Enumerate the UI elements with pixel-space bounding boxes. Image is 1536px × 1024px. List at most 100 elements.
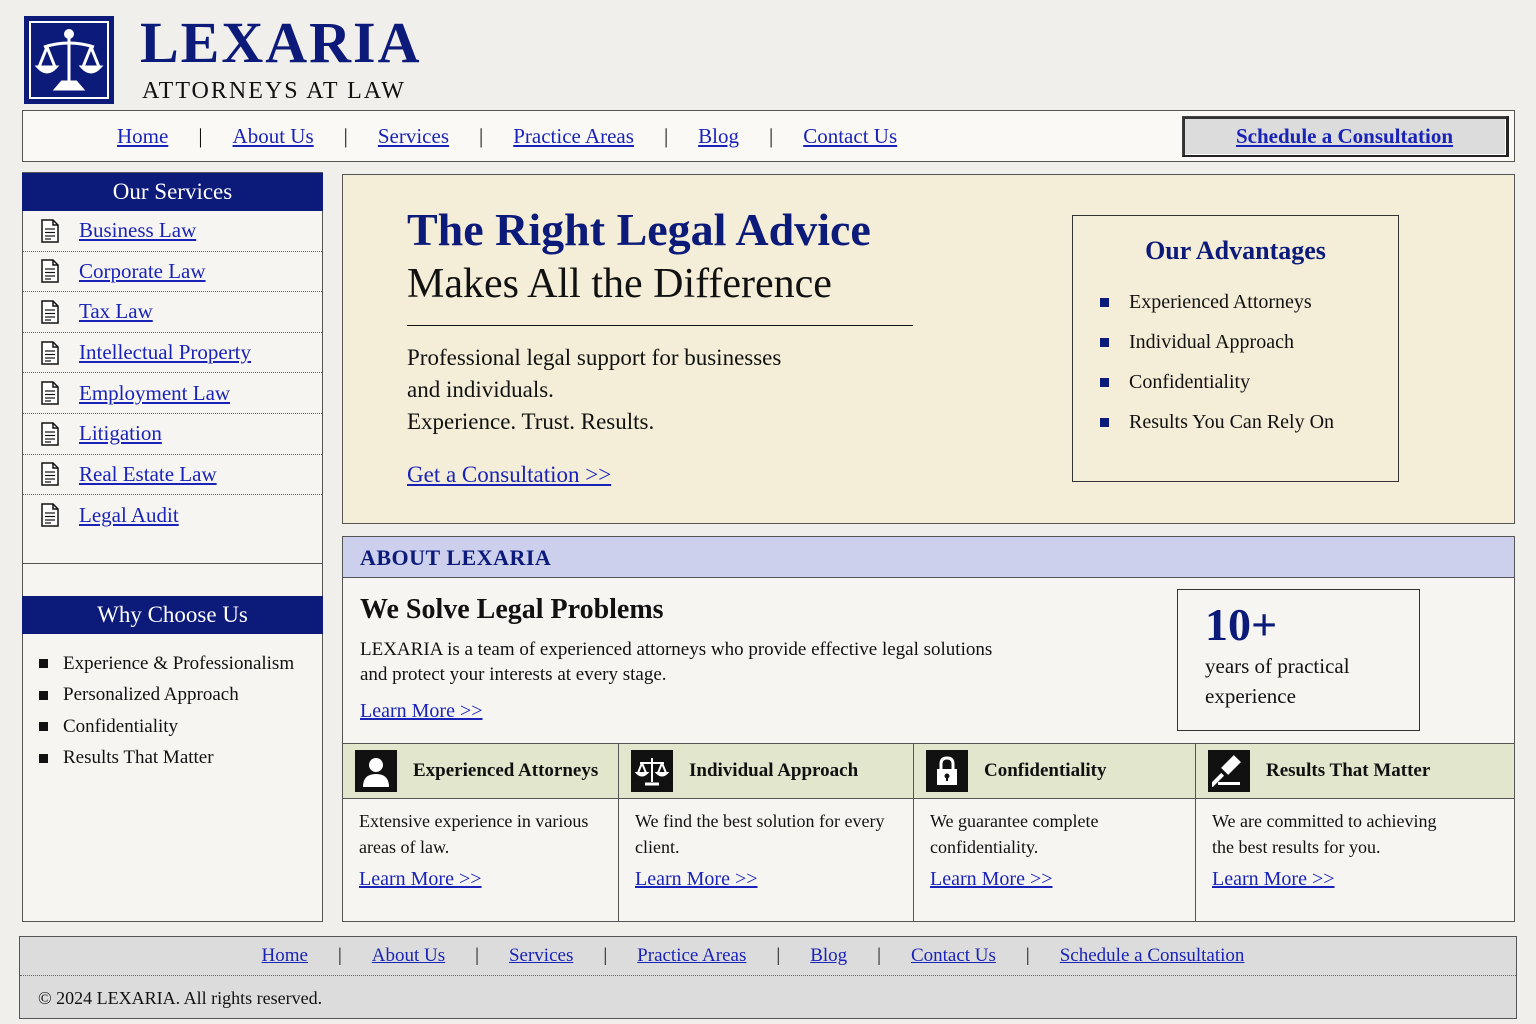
- document-icon: [41, 422, 59, 446]
- footer-link-home[interactable]: Home: [262, 945, 308, 967]
- footer-link-blog[interactable]: Blog: [810, 945, 847, 967]
- nav-home-link[interactable]: Home: [117, 124, 168, 149]
- feature-cards: Experienced Attorneys Extensive experien…: [343, 743, 1514, 921]
- sidebar-item-intellectual-property[interactable]: Intellectual Property: [23, 333, 322, 374]
- sidebar-item-employment-law[interactable]: Employment Law: [23, 373, 322, 414]
- card-text: We find the best solution for every clie…: [635, 811, 885, 857]
- gavel-icon: [1208, 750, 1250, 792]
- get-consultation-link[interactable]: Get a Consultation >>: [407, 462, 611, 488]
- footer-separator: |: [776, 945, 781, 966]
- card-text: Extensive experience in various areas of…: [359, 811, 589, 857]
- sidebar: Our Services Business Law Corporate Law Ta…: [22, 172, 323, 922]
- bullet-icon: [39, 659, 48, 669]
- services-list: Business Law Corporate Law Tax Law Intellec…: [23, 211, 322, 536]
- sidebar-item-business-law[interactable]: Business Law: [23, 211, 322, 252]
- feature-card: Individual Approach We find the best sol…: [619, 744, 914, 921]
- hero-desc-line: Professional legal support for businesse…: [407, 345, 782, 370]
- document-icon: [41, 503, 59, 528]
- footer-link-practice-areas[interactable]: Practice Areas: [637, 945, 746, 967]
- card-title: Confidentiality: [984, 760, 1107, 781]
- nav-separator: |: [769, 123, 774, 148]
- footer-link-contact-us[interactable]: Contact Us: [911, 945, 996, 967]
- sidebar-divider: [23, 563, 322, 564]
- sidebar-link[interactable]: Legal Audit: [79, 503, 179, 528]
- sidebar-item-litigation[interactable]: Litigation: [23, 414, 322, 455]
- sidebar-item-real-estate-law[interactable]: Real Estate Law: [23, 455, 322, 496]
- nav-blog-link[interactable]: Blog: [698, 124, 739, 149]
- bullet-icon: [1100, 377, 1109, 387]
- scales-of-justice-icon: [34, 29, 104, 91]
- why-item-label: Results That Matter: [63, 747, 214, 769]
- nav-separator: |: [663, 123, 669, 148]
- about-learn-more-link[interactable]: Learn More >>: [360, 700, 483, 723]
- sidebar-link[interactable]: Corporate Law: [79, 259, 206, 284]
- why-list: Experience & Professionalism Personalized…: [23, 634, 322, 774]
- about-title: We Solve Legal Problems: [360, 594, 664, 625]
- footer-link-services[interactable]: Services: [509, 945, 573, 967]
- sidebar-link[interactable]: Tax Law: [79, 299, 153, 324]
- card-learn-more-link[interactable]: Learn More >>: [635, 868, 758, 891]
- why-item: Personalized Approach: [39, 680, 322, 712]
- card-learn-more-link[interactable]: Learn More >>: [930, 868, 1053, 891]
- footer-separator: |: [603, 945, 608, 966]
- schedule-consultation-button[interactable]: Schedule a Consultation: [1182, 116, 1509, 157]
- padlock-icon: [926, 750, 968, 792]
- document-icon: [41, 340, 59, 365]
- hero-subtitle: Makes All the Difference: [407, 261, 832, 307]
- card-text: We guarantee complete confidentiality.: [930, 811, 1099, 857]
- advantage-label: Experienced Attorneys: [1129, 290, 1312, 313]
- sidebar-link[interactable]: Litigation: [79, 421, 162, 446]
- footer-separator: |: [1025, 945, 1030, 966]
- why-item-label: Personalized Approach: [63, 684, 239, 706]
- bullet-icon: [39, 690, 48, 700]
- card-header: Individual Approach: [619, 744, 913, 799]
- card-title: Experienced Attorneys: [413, 760, 599, 781]
- bullet-icon: [39, 722, 48, 732]
- document-icon: [41, 259, 59, 284]
- advantage-item: Results You Can Rely On: [1100, 402, 1334, 442]
- brand-name[interactable]: LEXARIA: [140, 14, 422, 72]
- bullet-icon: [1100, 417, 1109, 427]
- stat-number: 10+: [1205, 599, 1278, 650]
- services-heading: Our Services: [22, 173, 323, 211]
- nav-separator: |: [343, 123, 348, 148]
- card-learn-more-link[interactable]: Learn More >>: [1212, 868, 1335, 891]
- feature-card: Experienced Attorneys Extensive experien…: [343, 744, 619, 921]
- advantage-item: Experienced Attorneys: [1100, 282, 1334, 322]
- sidebar-link[interactable]: Intellectual Property: [79, 340, 251, 365]
- sidebar-link[interactable]: Business Law: [79, 218, 196, 243]
- sidebar-item-tax-law[interactable]: Tax Law: [23, 292, 322, 333]
- nav-about-link[interactable]: About Us: [233, 124, 314, 149]
- why-item: Results That Matter: [39, 743, 322, 775]
- hero-section: The Right Legal Advice Makes All the Dif…: [342, 174, 1515, 524]
- footer-navigation: Home | About Us | Services | Practice Areas | Bl…: [20, 937, 1516, 976]
- feature-card: Confidentiality We guarantee complete co…: [914, 744, 1196, 921]
- bullet-icon: [39, 753, 48, 763]
- advantage-item: Individual Approach: [1100, 322, 1334, 362]
- nav-contact-link[interactable]: Contact Us: [803, 124, 897, 149]
- card-learn-more-link[interactable]: Learn More >>: [359, 868, 482, 891]
- schedule-consultation-link[interactable]: Schedule a Consultation: [1236, 124, 1453, 149]
- sidebar-link[interactable]: Real Estate Law: [79, 462, 217, 487]
- nav-practice-areas-link[interactable]: Practice Areas: [513, 124, 634, 149]
- footer-link-schedule-a-consultation[interactable]: Schedule a Consultation: [1060, 945, 1245, 967]
- brand-tagline: ATTORNEYS AT LAW: [142, 78, 406, 104]
- card-text: We are committed to achieving the best r…: [1212, 811, 1437, 857]
- scales-icon: [631, 750, 673, 792]
- sidebar-item-legal-audit[interactable]: Legal Audit: [23, 495, 322, 536]
- logo[interactable]: [24, 16, 114, 104]
- stat-label: years of practical experience: [1205, 654, 1350, 708]
- bullet-icon: [1100, 297, 1109, 307]
- footer-link-about-us[interactable]: About Us: [372, 945, 445, 967]
- footer: Home | About Us | Services | Practice Areas | Bl…: [19, 936, 1517, 1019]
- hero-desc-line: and individuals.: [407, 377, 554, 402]
- advantage-label: Results You Can Rely On: [1129, 410, 1335, 433]
- sidebar-item-corporate-law[interactable]: Corporate Law: [23, 252, 322, 293]
- nav-services-link[interactable]: Services: [378, 124, 449, 149]
- sidebar-link[interactable]: Employment Law: [79, 381, 230, 406]
- card-header: Experienced Attorneys: [343, 744, 618, 799]
- document-icon: [41, 462, 59, 487]
- footer-separator: |: [337, 945, 342, 966]
- card-title: Results That Matter: [1266, 760, 1431, 781]
- advantages-title: Our Advantages: [1145, 236, 1326, 265]
